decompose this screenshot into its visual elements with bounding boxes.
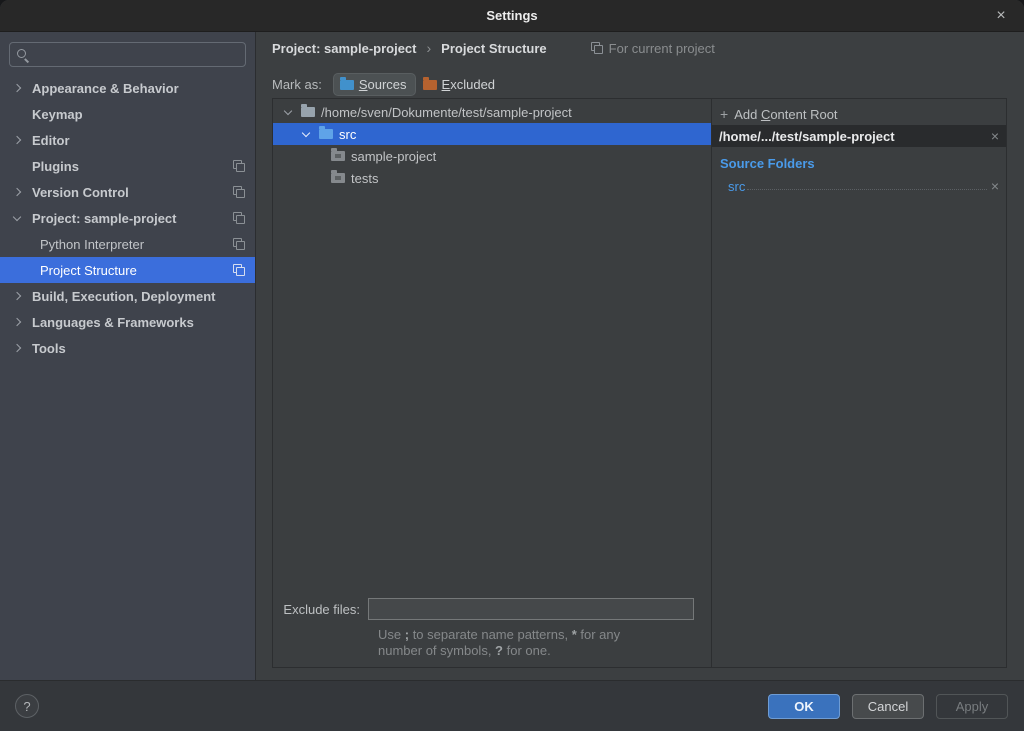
folder-icon bbox=[301, 107, 315, 117]
exclude-files-section: Exclude files: Use ; to separate name pa… bbox=[273, 598, 711, 659]
sidebar-item-plugins[interactable]: Plugins bbox=[0, 153, 255, 179]
search-field[interactable] bbox=[9, 42, 246, 67]
main-panel: Project: sample-project › Project Struct… bbox=[256, 32, 1024, 680]
tree-row-src[interactable]: src bbox=[273, 123, 711, 145]
ok-button[interactable]: OK bbox=[768, 694, 840, 719]
source-folder-icon bbox=[319, 129, 333, 139]
dotted-leader bbox=[747, 189, 986, 190]
chevron-right-icon bbox=[13, 344, 21, 352]
tree-row-tests[interactable]: tests bbox=[273, 167, 711, 189]
sidebar-item-tools[interactable]: Tools bbox=[0, 335, 255, 361]
folder-icon bbox=[331, 173, 345, 183]
mark-as-excluded-button[interactable]: Excluded bbox=[417, 74, 503, 95]
mark-as-sources-button[interactable]: Sources bbox=[334, 74, 415, 95]
tree-row-content-root[interactable]: /home/sven/Dokumente/test/sample-project bbox=[273, 101, 711, 123]
search-icon bbox=[17, 49, 29, 61]
exclude-files-hint: Use ; to separate name patterns, * for a… bbox=[378, 627, 711, 659]
help-button[interactable]: ? bbox=[15, 694, 39, 718]
remove-content-root-icon[interactable]: × bbox=[991, 128, 999, 144]
breadcrumb-page: Project Structure bbox=[441, 41, 546, 56]
shared-settings-icon bbox=[233, 186, 245, 198]
sidebar-item-keymap[interactable]: Keymap bbox=[0, 101, 255, 127]
dialog-title: Settings bbox=[486, 8, 537, 23]
title-bar: Settings × bbox=[0, 0, 1024, 32]
shared-settings-icon bbox=[591, 42, 603, 54]
close-icon[interactable]: × bbox=[988, 0, 1014, 32]
source-folder-icon bbox=[340, 80, 354, 90]
plus-icon: + bbox=[720, 106, 728, 122]
content-root-tree: /home/sven/Dokumente/test/sample-project… bbox=[273, 99, 712, 667]
settings-sidebar: Appearance & Behavior Keymap Editor Plug… bbox=[0, 32, 256, 680]
breadcrumb-separator: › bbox=[427, 40, 432, 56]
apply-button: Apply bbox=[936, 694, 1008, 719]
sidebar-item-appearance-behavior[interactable]: Appearance & Behavior bbox=[0, 75, 255, 101]
shared-settings-icon bbox=[233, 238, 245, 250]
sidebar-item-build-execution-deployment[interactable]: Build, Execution, Deployment bbox=[0, 283, 255, 309]
chevron-right-icon bbox=[13, 136, 21, 144]
chevron-right-icon bbox=[13, 188, 21, 196]
shared-settings-icon bbox=[233, 264, 245, 276]
folder-icon bbox=[331, 151, 345, 161]
mark-as-toolbar: Mark as: Sources Excluded bbox=[272, 74, 503, 95]
cancel-button[interactable]: Cancel bbox=[852, 694, 924, 719]
settings-dialog: Settings × Appearance & Behavior Keymap … bbox=[0, 0, 1024, 731]
chevron-down-icon bbox=[284, 106, 292, 114]
sidebar-item-project-structure[interactable]: Project Structure bbox=[0, 257, 255, 283]
mark-as-label: Mark as: bbox=[272, 77, 322, 92]
chevron-right-icon bbox=[13, 84, 21, 92]
breadcrumb-project: Project: sample-project bbox=[272, 41, 417, 56]
remove-source-folder-icon[interactable]: × bbox=[991, 178, 999, 194]
scope-note: For current project bbox=[591, 41, 715, 56]
sidebar-item-languages-frameworks[interactable]: Languages & Frameworks bbox=[0, 309, 255, 335]
source-folder-entry[interactable]: src × bbox=[712, 174, 1006, 194]
shared-settings-icon bbox=[233, 160, 245, 172]
add-content-root-button[interactable]: + Add Content Root bbox=[712, 103, 1006, 125]
exclude-files-label: Exclude files: bbox=[273, 602, 368, 617]
sidebar-item-python-interpreter[interactable]: Python Interpreter bbox=[0, 231, 255, 257]
sidebar-item-project[interactable]: Project: sample-project bbox=[0, 205, 255, 231]
chevron-down-icon bbox=[302, 128, 310, 136]
dialog-footer: ? OK Cancel Apply bbox=[0, 680, 1024, 731]
sidebar-item-version-control[interactable]: Version Control bbox=[0, 179, 255, 205]
shared-settings-icon bbox=[233, 212, 245, 224]
source-folders-title: Source Folders bbox=[720, 156, 1006, 171]
sidebar-item-editor[interactable]: Editor bbox=[0, 127, 255, 153]
exclude-files-input[interactable] bbox=[368, 598, 694, 620]
excluded-folder-icon bbox=[423, 80, 437, 90]
chevron-right-icon bbox=[13, 292, 21, 300]
tree-row-sample-project[interactable]: sample-project bbox=[273, 145, 711, 167]
chevron-right-icon bbox=[13, 318, 21, 326]
content-root-details-panel: + Add Content Root /home/.../test/sample… bbox=[712, 99, 1006, 667]
content-root-entry[interactable]: /home/.../test/sample-project × bbox=[712, 125, 1006, 147]
breadcrumb: Project: sample-project › Project Struct… bbox=[272, 40, 1008, 56]
search-input[interactable] bbox=[35, 47, 238, 62]
chevron-down-icon bbox=[13, 212, 21, 220]
